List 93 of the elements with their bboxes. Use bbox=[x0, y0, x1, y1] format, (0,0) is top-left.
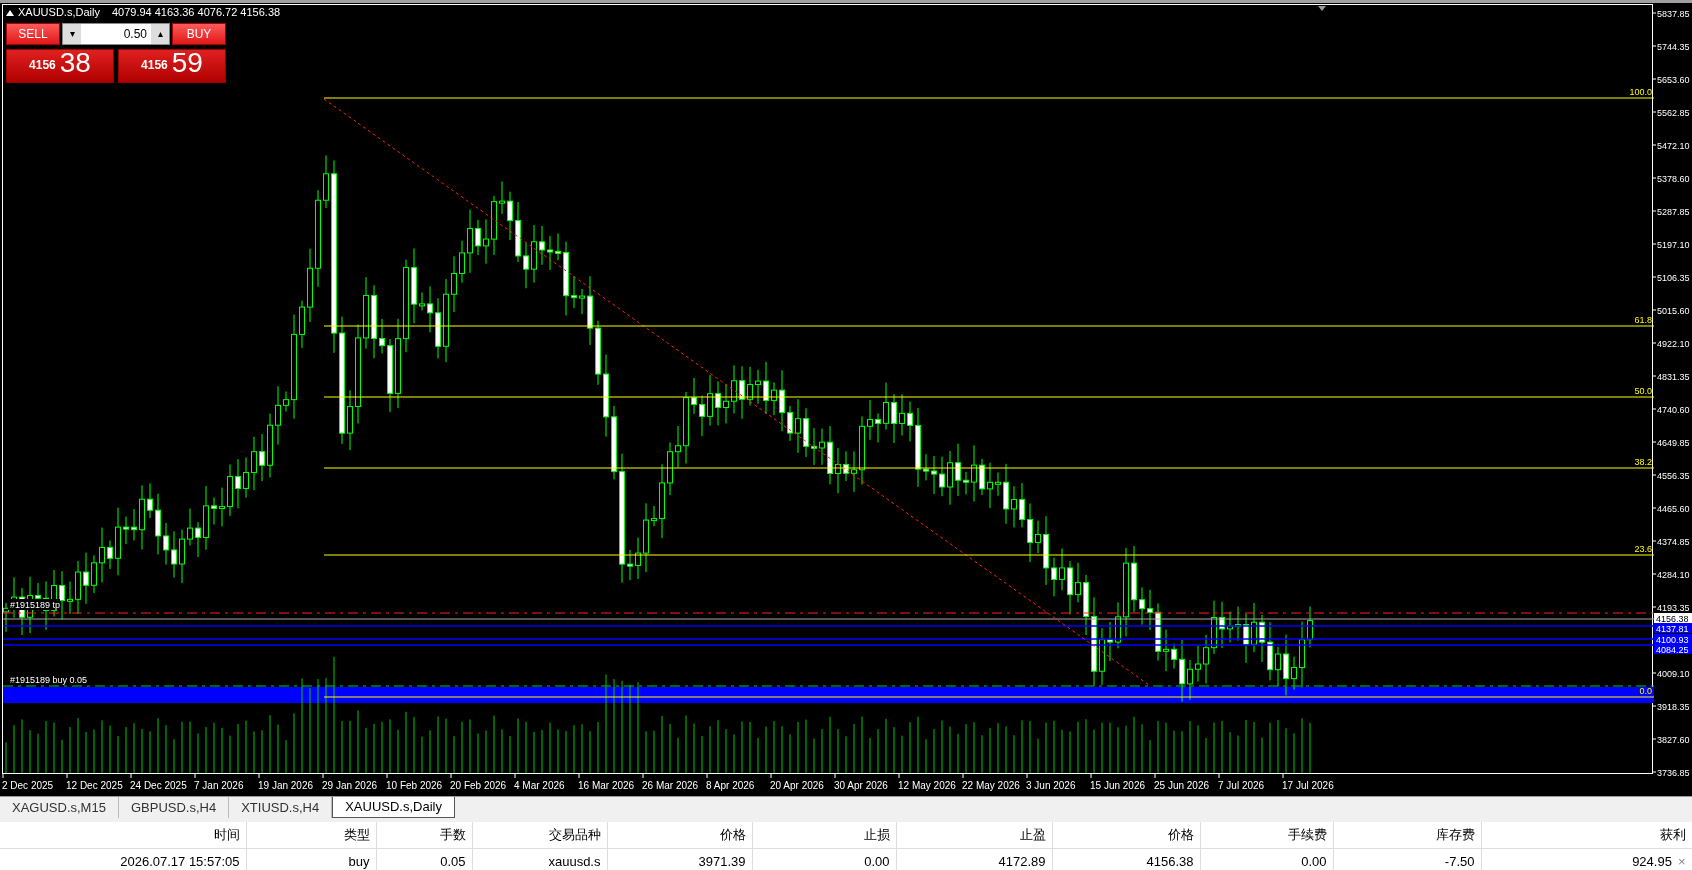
table-cell: 4172.89 bbox=[896, 848, 1052, 870]
price-tick-label: 5653.60 bbox=[1657, 74, 1690, 85]
date-label: 12 Dec 2025 bbox=[66, 780, 123, 791]
price-tick-label: 4009.10 bbox=[1657, 668, 1690, 679]
column-header: 获利 bbox=[1481, 822, 1692, 848]
price-tick-label: 4193.35 bbox=[1657, 602, 1690, 613]
date-label: 20 Apr 2026 bbox=[770, 780, 824, 791]
price-tick-label: 3736.85 bbox=[1657, 767, 1690, 778]
column-header: 价格 bbox=[607, 822, 752, 848]
date-label: 10 Feb 2026 bbox=[386, 780, 443, 791]
buy-button[interactable]: BUY bbox=[172, 23, 226, 45]
column-header: 止盈 bbox=[896, 822, 1052, 848]
ask-price-prefix: 4156 bbox=[141, 57, 168, 74]
table-cell: -7.50 bbox=[1333, 848, 1481, 870]
ohlc-values: 4079.94 4163.36 4076.72 4156.38 bbox=[111, 6, 281, 19]
table-cell: 0.00 bbox=[752, 848, 896, 870]
close-button[interactable]: × bbox=[1671, 851, 1686, 870]
table-cell: 4156.38 bbox=[1052, 848, 1200, 870]
price-tick-label: 4374.85 bbox=[1657, 536, 1690, 547]
ask-price-pips: 59 bbox=[171, 48, 203, 78]
price-tick-label: 5287.85 bbox=[1657, 206, 1690, 217]
fibonacci-label: 23.6 bbox=[1634, 544, 1652, 554]
column-header: 止损 bbox=[752, 822, 896, 848]
column-header: 手续费 bbox=[1200, 822, 1333, 848]
chart-symbol: XAUUSD.s,Daily bbox=[18, 6, 100, 19]
price-tick-label: 4556.35 bbox=[1657, 470, 1690, 481]
table-cell: 924.95 bbox=[1632, 853, 1672, 869]
date-label: 7 Jan 2026 bbox=[194, 780, 244, 791]
lot-size-field[interactable]: ▾ 0.50 ▴ bbox=[62, 23, 170, 45]
price-tick-label: 4740.60 bbox=[1657, 404, 1690, 415]
date-label: 4 Mar 2026 bbox=[514, 780, 565, 791]
decrease-button[interactable]: ▾ bbox=[63, 24, 81, 44]
fibonacci-label: 61.8 bbox=[1634, 315, 1652, 325]
date-label: 25 Jun 2026 bbox=[1154, 780, 1210, 791]
table-cell: 0.05 bbox=[376, 848, 472, 870]
date-label: 30 Apr 2026 bbox=[834, 780, 888, 791]
bid-price-pips: 38 bbox=[59, 48, 91, 78]
price-tick-label: 5837.85 bbox=[1657, 8, 1690, 19]
column-header: 手数 bbox=[376, 822, 472, 848]
bid-price-prefix: 4156 bbox=[29, 57, 56, 74]
date-label: 2 Dec 2025 bbox=[2, 780, 54, 791]
price-tick-label: 4831.35 bbox=[1657, 371, 1690, 382]
date-label: 24 Dec 2025 bbox=[130, 780, 187, 791]
table-cell: 0.00 bbox=[1200, 848, 1333, 870]
date-label: 7 Jul 2026 bbox=[1218, 780, 1265, 791]
column-header: 类型 bbox=[246, 822, 376, 848]
price-tick-label: 5744.35 bbox=[1657, 41, 1690, 52]
triangle-icon[interactable] bbox=[6, 9, 14, 16]
price-tick-label: 5562.85 bbox=[1657, 107, 1690, 118]
fibonacci-label: 100.0 bbox=[1629, 87, 1652, 97]
date-label: 20 Feb 2026 bbox=[450, 780, 507, 791]
price-tick-label: 4465.60 bbox=[1657, 503, 1690, 514]
price-label: 4084.25 bbox=[1656, 644, 1689, 655]
column-header: 交易品种 bbox=[472, 822, 607, 848]
date-label: 17 Jul 2026 bbox=[1282, 780, 1334, 791]
fibonacci-label: 38.2 bbox=[1634, 457, 1652, 467]
table-cell: 3971.39 bbox=[607, 848, 752, 870]
fibonacci-label: 0.0 bbox=[1639, 686, 1652, 696]
date-label: 26 Mar 2026 bbox=[642, 780, 699, 791]
column-header: 价格 bbox=[1052, 822, 1200, 848]
order-label: #1915189 buy 0.05 bbox=[10, 675, 88, 685]
price-label: 4156.38 bbox=[1656, 613, 1689, 624]
price-label: 4100.93 bbox=[1656, 634, 1689, 645]
increase-button[interactable]: ▴ bbox=[151, 24, 169, 44]
table-cell: 2026.07.17 15:57:05 bbox=[0, 848, 246, 870]
triangle-icon bbox=[1318, 6, 1326, 11]
column-header: 库存费 bbox=[1333, 822, 1481, 848]
price-tick-label: 5378.60 bbox=[1657, 173, 1690, 184]
order-label: #1915189 tp bbox=[10, 600, 61, 610]
price-tick-label: 5106.35 bbox=[1657, 272, 1690, 283]
fibonacci-label: 50.0 bbox=[1634, 386, 1652, 396]
price-tick-label: 4922.10 bbox=[1657, 338, 1690, 349]
price-tick-label: 4649.85 bbox=[1657, 437, 1690, 448]
date-label: 29 Jan 2026 bbox=[322, 780, 378, 791]
date-label: 19 Jan 2026 bbox=[258, 780, 314, 791]
price-label: 4137.81 bbox=[1656, 623, 1689, 634]
price-tick-label: 5472.10 bbox=[1657, 140, 1690, 151]
date-label: 22 May 2026 bbox=[962, 780, 1020, 791]
date-label: 12 May 2026 bbox=[898, 780, 956, 791]
price-tick-label: 5197.10 bbox=[1657, 239, 1690, 250]
chart-tab[interactable]: XAUUSD.s,Daily bbox=[332, 797, 455, 818]
price-tick-label: 4284.10 bbox=[1657, 569, 1690, 580]
price-tick-label: 3918.35 bbox=[1657, 701, 1690, 712]
price-tick-label: 3827.60 bbox=[1657, 734, 1690, 745]
column-header: 时间 bbox=[0, 822, 246, 848]
date-label: 8 Apr 2026 bbox=[706, 780, 755, 791]
sell-button[interactable]: SELL bbox=[6, 23, 60, 45]
price-tick-label: 5015.60 bbox=[1657, 305, 1690, 316]
table-cell: xauusd.s bbox=[472, 848, 607, 870]
date-label: 3 Jun 2026 bbox=[1026, 780, 1076, 791]
date-label: 15 Jun 2026 bbox=[1090, 780, 1146, 791]
date-label: 16 Mar 2026 bbox=[578, 780, 635, 791]
table-cell: buy bbox=[246, 848, 376, 870]
